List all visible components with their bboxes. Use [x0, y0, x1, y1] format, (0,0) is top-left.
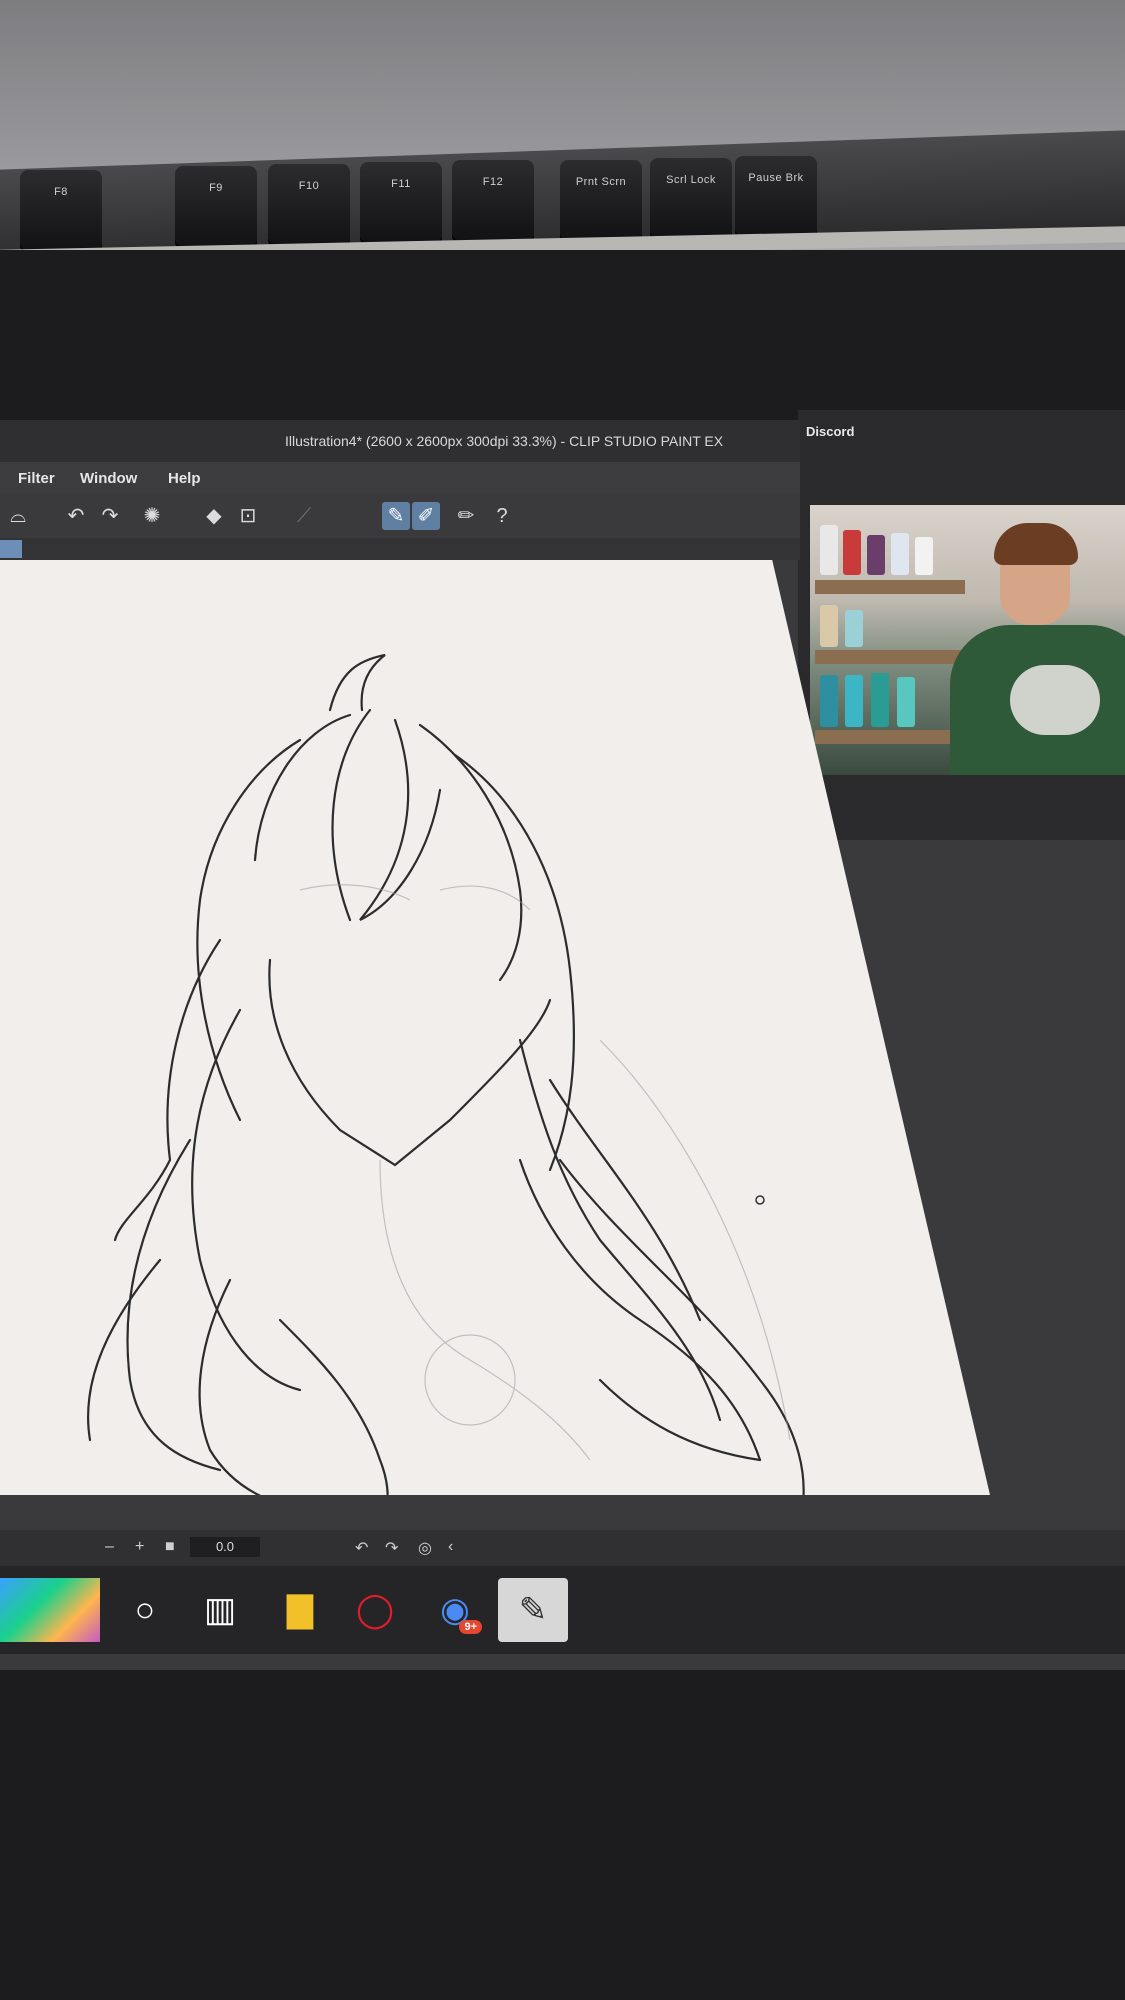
menu-filter[interactable]: Filter [18, 470, 55, 487]
clip-studio-paint-icon[interactable]: ✎ [498, 1578, 568, 1642]
product [915, 537, 933, 575]
key-scroll-lock: Scrl Lock [650, 158, 732, 238]
discord-video-stream[interactable] [810, 505, 1125, 775]
menu-bar: Filter Window Help [0, 462, 800, 494]
canvas-tab[interactable] [0, 540, 22, 558]
command-bar: ⌓ ↶ ↷ ✺ ◆ ⊡ ⟋ ✎ ✐ ✏ ? [0, 494, 800, 539]
discord-title: Discord [806, 424, 855, 439]
notification-badge: 9+ [459, 1620, 482, 1634]
brush-icon[interactable]: ✏ [452, 502, 480, 530]
product [843, 530, 861, 575]
pen-active-icon[interactable]: ✐ [412, 502, 440, 530]
transform-icon[interactable]: ⊡ [234, 502, 262, 530]
product [897, 677, 915, 727]
key-f10: F10 [268, 164, 350, 244]
fit-icon[interactable]: ■ [165, 1538, 175, 1556]
screen: Discord Illustration4* (2600 x 2600px 30… [0, 410, 1125, 1670]
pen-icon[interactable]: ✎ [382, 502, 410, 530]
product [845, 675, 863, 727]
zoom-in-button[interactable]: + [135, 1538, 144, 1556]
product [820, 605, 838, 647]
chrome-icon[interactable]: ◉ 9+ [420, 1578, 490, 1642]
shirt-print [1010, 665, 1100, 735]
status-bar: – + ■ 0.0 ↶ ↷ ◎ ‹ [0, 1530, 1125, 1566]
window-title: Illustration4* (2600 x 2600px 300dpi 33.… [285, 433, 724, 449]
lasso-icon[interactable]: ⌓ [4, 502, 32, 530]
task-view-icon[interactable]: ▥ [185, 1578, 255, 1642]
product [867, 535, 885, 575]
menu-help[interactable]: Help [168, 470, 201, 487]
store-shelves [815, 525, 965, 765]
opera-icon[interactable]: ◯ [340, 1578, 410, 1642]
product [891, 533, 909, 575]
key-f12: F12 [452, 160, 534, 240]
shelf [815, 730, 965, 744]
discord-window[interactable]: Discord [798, 410, 1125, 840]
rotation-value[interactable]: 0.0 [190, 1537, 260, 1557]
fill-icon[interactable]: ◆ [200, 502, 228, 530]
file-explorer-icon[interactable]: ▇ [265, 1578, 335, 1642]
cortana-icon[interactable]: ○ [110, 1578, 180, 1642]
undo-icon[interactable]: ↶ [62, 502, 90, 530]
product [820, 675, 838, 727]
product [845, 610, 863, 647]
collapse-icon[interactable]: ‹ [448, 1538, 453, 1556]
key-f9: F9 [175, 166, 257, 246]
taskbar: ○ ▥ ▇ ◯ ◉ 9+ ✎ [0, 1566, 1125, 1654]
shelf [815, 650, 965, 664]
reset-icon[interactable]: ◎ [418, 1538, 432, 1558]
canvas-tab-strip [0, 538, 800, 560]
settings-icon[interactable]: ✺ [138, 502, 166, 530]
key-f11: F11 [360, 162, 442, 242]
person-hair [994, 523, 1078, 565]
product [820, 525, 838, 575]
key-pause-break: Pause Brk [735, 156, 817, 236]
product [871, 673, 889, 727]
app-titlebar[interactable]: Illustration4* (2600 x 2600px 300dpi 33.… [0, 420, 800, 462]
help-icon[interactable]: ? [488, 502, 516, 530]
key-print-screen: Prnt Scrn [560, 160, 642, 240]
rotate-left-icon[interactable]: ↶ [355, 1538, 368, 1558]
zoom-out-button[interactable]: – [105, 1538, 114, 1556]
shelf [815, 580, 965, 594]
wallpaper-thumbnail[interactable] [0, 1578, 100, 1642]
redo-icon[interactable]: ↷ [96, 502, 124, 530]
key-f8: F8 [20, 170, 102, 250]
ruler-icon[interactable]: ⟋ [290, 502, 318, 530]
rotate-right-icon[interactable]: ↷ [385, 1538, 398, 1558]
menu-window[interactable]: Window [80, 470, 137, 487]
